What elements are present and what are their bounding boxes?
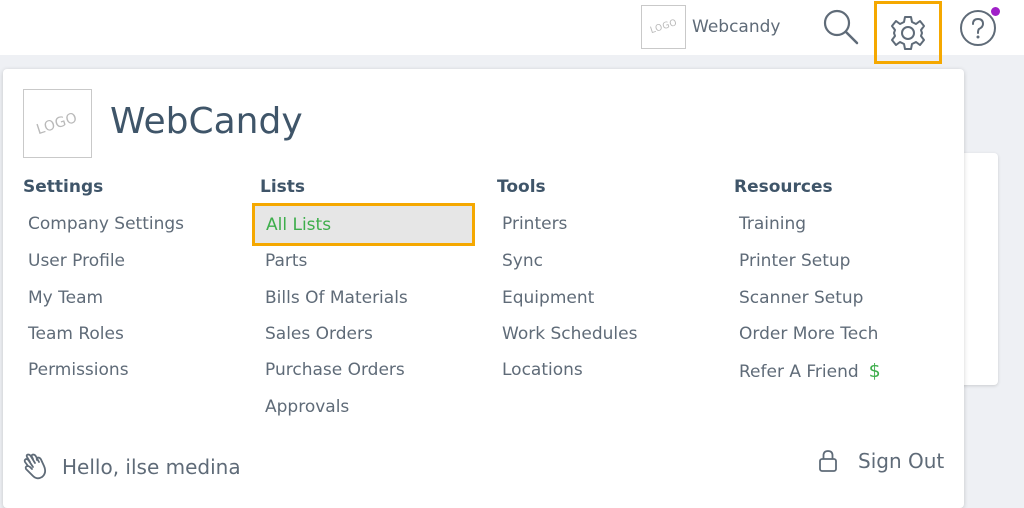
resources-heading: Resources: [734, 177, 833, 197]
lists-heading: Lists: [260, 177, 306, 197]
help-icon: [960, 10, 996, 46]
menu-item-order-more-tech[interactable]: Order More Tech: [739, 324, 878, 344]
waving-hand-icon: [23, 453, 47, 480]
menu-item-approvals[interactable]: Approvals: [265, 397, 349, 417]
menu-item-printers[interactable]: Printers: [502, 214, 567, 234]
search-button[interactable]: [818, 4, 864, 50]
search-icon: [823, 9, 859, 45]
settings-button[interactable]: [874, 1, 942, 64]
menu-item-sales-orders[interactable]: Sales Orders: [265, 324, 373, 344]
top-logo[interactable]: LOGO: [641, 5, 686, 49]
sign-out-button[interactable]: Sign Out: [858, 449, 944, 473]
lock-icon[interactable]: [817, 449, 839, 473]
notification-dot: [991, 7, 1000, 16]
menu-item-equipment[interactable]: Equipment: [502, 288, 594, 308]
menu-item-parts[interactable]: Parts: [265, 251, 307, 271]
top-company-name[interactable]: Webcandy: [692, 17, 780, 37]
menu-item-training[interactable]: Training: [739, 214, 806, 234]
dollar-icon: $: [868, 360, 881, 382]
logo-text: LOGO: [34, 109, 81, 138]
menu-item-team-roles[interactable]: Team Roles: [28, 324, 124, 344]
menu-item-bills-of-materials[interactable]: Bills Of Materials: [265, 288, 408, 308]
menu-item-refer-a-friend[interactable]: Refer A Friend $: [739, 360, 881, 382]
menu-item-all-lists[interactable]: All Lists: [252, 203, 475, 246]
menu-item-user-profile[interactable]: User Profile: [28, 251, 125, 271]
greeting-text: Hello, ilse medina: [62, 455, 241, 479]
settings-heading: Settings: [23, 177, 104, 197]
menu-item-locations[interactable]: Locations: [502, 360, 583, 380]
menu-item-my-team[interactable]: My Team: [28, 288, 103, 308]
panel-logo: LOGO: [23, 89, 92, 158]
menu-item-sync[interactable]: Sync: [502, 251, 543, 271]
menu-item-company-settings[interactable]: Company Settings: [28, 214, 184, 234]
logo-text: LOGO: [648, 17, 679, 37]
tools-heading: Tools: [497, 177, 546, 197]
top-bar: [0, 0, 1024, 55]
menu-item-work-schedules[interactable]: Work Schedules: [502, 324, 637, 344]
menu-item-scanner-setup[interactable]: Scanner Setup: [739, 288, 863, 308]
refer-a-friend-label: Refer A Friend: [739, 362, 859, 382]
gear-icon: [891, 15, 925, 50]
menu-item-purchase-orders[interactable]: Purchase Orders: [265, 360, 405, 380]
menu-item-permissions[interactable]: Permissions: [28, 360, 129, 380]
panel-company-name: WebCandy: [110, 101, 303, 142]
menu-item-printer-setup[interactable]: Printer Setup: [739, 251, 850, 271]
